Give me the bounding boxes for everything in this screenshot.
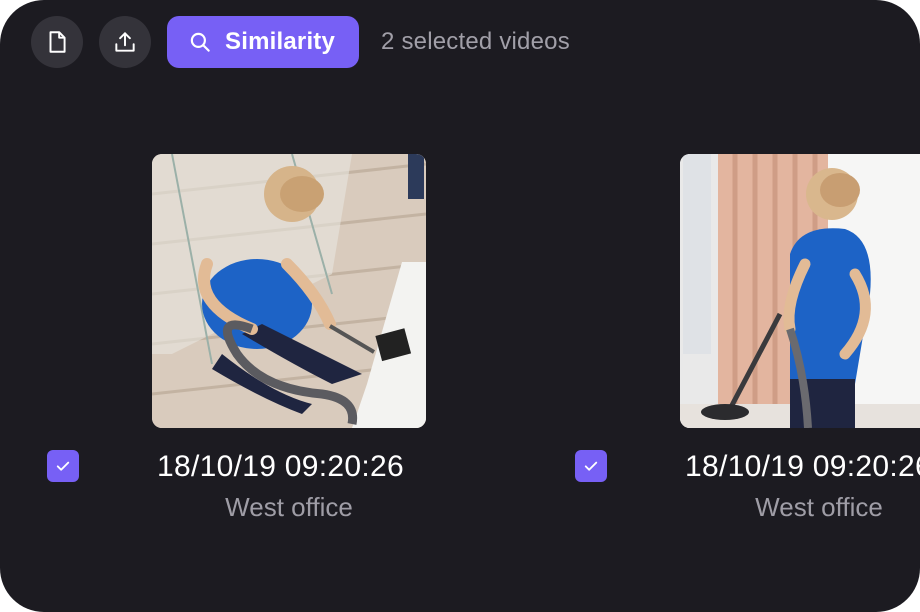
selected-count-text: 2 selected videos (381, 28, 570, 55)
video-timestamp: 18/10/19 09:20:26 (685, 450, 920, 483)
video-select-checkbox[interactable] (575, 450, 607, 482)
similarity-label: Similarity (225, 28, 336, 55)
video-selection-panel: Similarity 2 selected videos 18/10/19 09… (0, 0, 920, 612)
toolbar: Similarity 2 selected videos (31, 16, 570, 68)
upload-button[interactable] (99, 16, 151, 68)
search-icon (190, 32, 210, 52)
video-location: West office (755, 492, 883, 522)
file-icon (49, 31, 66, 53)
video-select-checkbox[interactable] (47, 450, 79, 482)
video-timestamp: 18/10/19 09:20:26 (157, 450, 404, 483)
new-file-button[interactable] (31, 16, 83, 68)
upload-icon (115, 32, 135, 52)
video-thumbnail[interactable] (680, 154, 920, 428)
checkmark-icon (56, 461, 70, 471)
similarity-search-button[interactable]: Similarity (167, 16, 360, 68)
video-location: West office (225, 492, 353, 522)
video-thumbnail-image (680, 154, 920, 428)
video-thumbnail-image (152, 154, 426, 428)
video-thumbnail[interactable] (152, 154, 426, 428)
checkmark-icon (584, 461, 598, 471)
